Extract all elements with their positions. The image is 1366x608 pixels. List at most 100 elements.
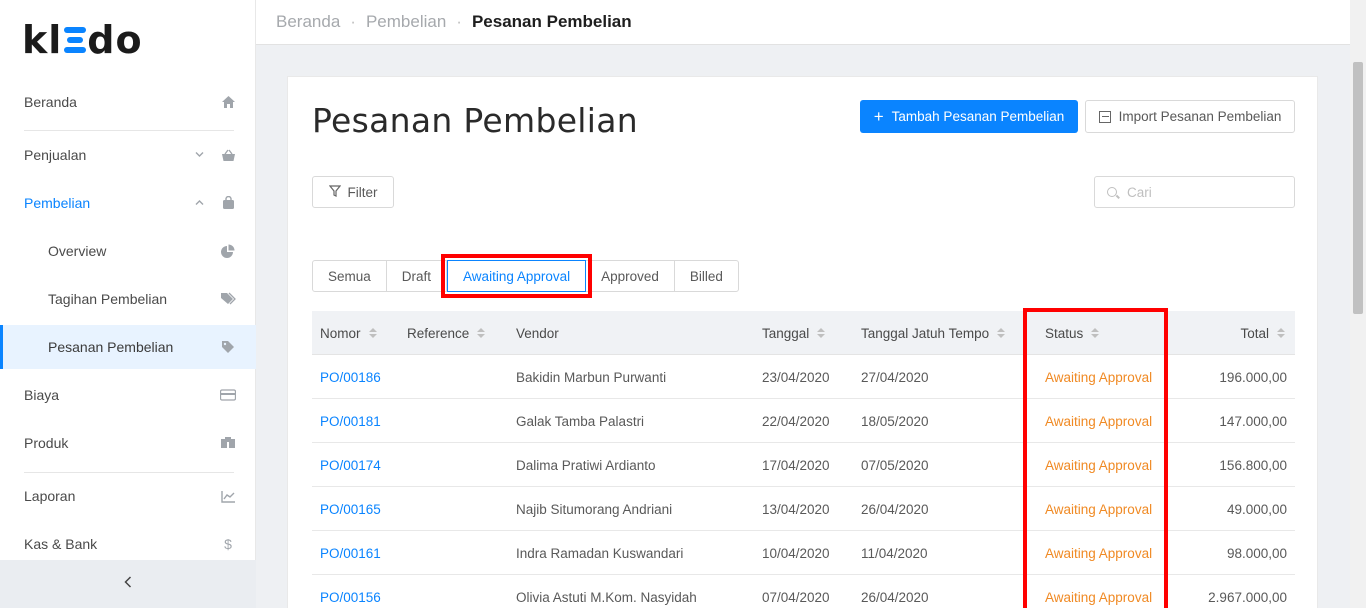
column-header-label: Nomor <box>320 325 361 341</box>
sidebar-item-laporan[interactable]: Laporan <box>0 474 256 518</box>
boxes-icon <box>220 435 236 451</box>
column-header-status[interactable]: Status <box>1045 311 1100 355</box>
sidebar-item-label: Tagihan Pembelian <box>48 291 168 307</box>
tab-semua[interactable]: Semua <box>313 261 387 291</box>
sidebar-item-penjualan[interactable]: Penjualan <box>0 133 256 177</box>
table-row[interactable]: PO/00181 Galak Tamba Palastri 22/04/2020… <box>312 399 1295 443</box>
sort-icon <box>817 327 826 339</box>
sort-icon <box>1091 327 1100 339</box>
basket-icon <box>220 147 236 163</box>
due-date-cell: 26/04/2020 <box>861 589 929 605</box>
sidebar-item-label: Overview <box>48 243 107 259</box>
search-box[interactable] <box>1094 176 1295 208</box>
breadcrumb-pembelian[interactable]: Pembelian <box>366 12 446 32</box>
vendor-cell: Bakidin Marbun Purwanti <box>516 369 667 385</box>
order-number-link[interactable]: PO/00161 <box>320 531 381 575</box>
filter-icon <box>328 184 341 200</box>
column-header-vendor: Vendor <box>516 311 559 355</box>
due-date-cell: 27/04/2020 <box>861 369 929 385</box>
logo-text-right: do <box>87 18 143 62</box>
line-chart-icon <box>220 488 236 504</box>
sidebar-item-pembelian[interactable]: Pembelian <box>0 181 256 225</box>
sidebar-item-overview[interactable]: Overview <box>0 229 256 273</box>
sidebar-item-biaya[interactable]: Biaya <box>0 373 256 417</box>
table-row[interactable]: PO/00156 Olivia Astuti M.Kom. Nasyidah 0… <box>312 575 1295 608</box>
table-row[interactable]: PO/00165 Najib Situmorang Andriani 13/04… <box>312 487 1295 531</box>
column-header-label: Reference <box>407 325 470 341</box>
tab-billed[interactable]: Billed <box>675 261 738 291</box>
table-row[interactable]: PO/00161 Indra Ramadan Kuswandari 10/04/… <box>312 531 1295 575</box>
column-header-label: Vendor <box>516 325 559 341</box>
order-number-link[interactable]: PO/00186 <box>320 355 381 399</box>
breadcrumb-separator: · <box>456 12 462 31</box>
total-cell: 147.000,00 <box>1219 413 1287 429</box>
sort-icon <box>1277 327 1285 339</box>
tags-icon <box>220 291 236 307</box>
order-number-link[interactable]: PO/00156 <box>320 575 381 608</box>
purchase-order-card: Pesanan Pembelian + Tambah Pesanan Pembe… <box>287 76 1318 608</box>
due-date-cell: 26/04/2020 <box>861 501 929 517</box>
column-header-jatuh-tempo[interactable]: Tanggal Jatuh Tempo <box>861 311 1006 355</box>
credit-card-icon <box>220 387 236 403</box>
sort-icon <box>477 327 486 339</box>
vendor-cell: Galak Tamba Palastri <box>516 413 645 429</box>
sidebar-item-label: Produk <box>24 435 69 451</box>
due-date-cell: 07/05/2020 <box>861 457 929 473</box>
sort-icon <box>997 327 1006 339</box>
kledo-logo[interactable]: kl do <box>22 18 143 62</box>
vendor-cell: Najib Situmorang Andriani <box>516 501 673 517</box>
sidebar-item-label: Pembelian <box>24 195 91 211</box>
column-header-label: Tanggal Jatuh Tempo <box>861 325 990 341</box>
due-date-cell: 18/05/2020 <box>861 413 929 429</box>
date-cell: 10/04/2020 <box>762 545 830 561</box>
sidebar-item-tagihan-pembelian[interactable]: Tagihan Pembelian <box>0 277 256 321</box>
breadcrumb-separator: · <box>350 12 356 31</box>
breadcrumb-beranda[interactable]: Beranda <box>276 12 340 32</box>
sort-icon <box>368 327 377 339</box>
column-header-total[interactable]: Total <box>1240 311 1285 355</box>
sidebar-item-beranda[interactable]: Beranda <box>0 80 256 124</box>
sidebar-divider <box>24 130 234 131</box>
order-number-link[interactable]: PO/00174 <box>320 443 381 487</box>
tab-draft[interactable]: Draft <box>387 261 448 291</box>
filter-button[interactable]: Filter <box>312 176 394 208</box>
total-cell: 2.967.000,00 <box>1208 589 1287 605</box>
tab-approved[interactable]: Approved <box>586 261 675 291</box>
status-cell: Awaiting Approval <box>1045 457 1153 473</box>
order-number-link[interactable]: PO/00165 <box>320 487 381 531</box>
tab-awaiting-approval[interactable]: Awaiting Approval <box>447 260 587 292</box>
search-input[interactable] <box>1127 184 1277 200</box>
sidebar-item-label: Biaya <box>24 387 60 403</box>
status-cell: Awaiting Approval <box>1045 369 1153 385</box>
status-cell: Awaiting Approval <box>1045 501 1153 517</box>
column-header-nomor[interactable]: Nomor <box>320 311 377 355</box>
sidebar-collapse-button[interactable] <box>0 560 256 608</box>
sidebar-item-label: Pesanan Pembelian <box>48 339 174 355</box>
logo-mark <box>64 27 87 53</box>
due-date-cell: 11/04/2020 <box>861 545 928 561</box>
status-tabs: Semua Draft Awaiting Approval Approved B… <box>312 260 739 292</box>
sidebar: kl do Beranda Penjualan Pembelian Overvi… <box>0 0 256 608</box>
chevron-down-icon <box>195 150 204 161</box>
add-purchase-order-button[interactable]: + Tambah Pesanan Pembelian <box>860 100 1078 133</box>
chevron-up-icon <box>195 198 204 209</box>
sidebar-item-label: Kas & Bank <box>24 536 98 552</box>
table-row[interactable]: PO/00186 Bakidin Marbun Purwanti 23/04/2… <box>312 355 1295 399</box>
column-header-label: Tanggal <box>762 325 810 341</box>
total-cell: 49.000,00 <box>1226 501 1287 517</box>
sidebar-divider <box>24 472 234 473</box>
column-header-reference[interactable]: Reference <box>407 311 486 355</box>
sidebar-item-produk[interactable]: Produk <box>0 421 256 465</box>
vendor-cell: Olivia Astuti M.Kom. Nasyidah <box>516 589 697 605</box>
order-number-link[interactable]: PO/00181 <box>320 399 381 443</box>
chevron-left-icon <box>124 575 132 593</box>
total-cell: 156.800,00 <box>1219 457 1287 473</box>
page-scrollbar-thumb[interactable] <box>1353 62 1363 314</box>
import-icon <box>1098 110 1111 123</box>
column-header-tanggal[interactable]: Tanggal <box>762 311 826 355</box>
sidebar-item-pesanan-pembelian[interactable]: Pesanan Pembelian <box>0 325 256 369</box>
table-row[interactable]: PO/00174 Dalima Pratiwi Ardianto 17/04/2… <box>312 443 1295 487</box>
column-header-label: Total <box>1240 325 1269 341</box>
bag-icon <box>220 195 236 211</box>
import-purchase-order-button[interactable]: Import Pesanan Pembelian <box>1085 100 1295 133</box>
